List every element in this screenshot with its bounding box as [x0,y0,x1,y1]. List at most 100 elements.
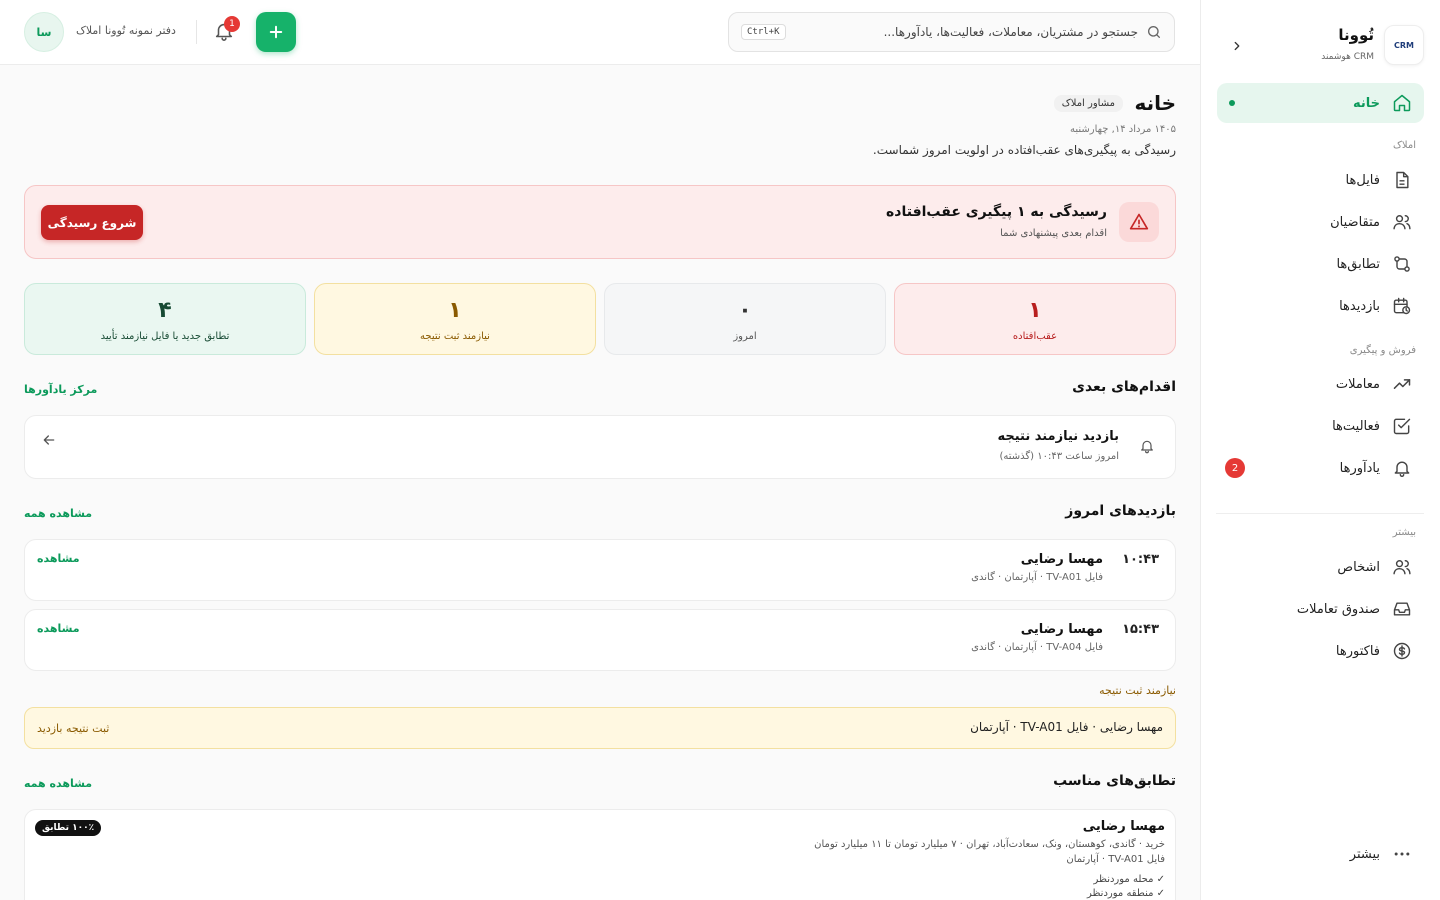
match-criteria: خرید · گاندی، کوهستان، ونک، سعادت‌آباد، … [814,839,1165,850]
brand-subtitle: CRM هوشمند [1321,52,1374,62]
trending-up-icon [1392,374,1412,394]
stat-value: ۴ [158,297,172,323]
stat-value: ۰ [738,297,752,323]
visit-client-name: مهسا رضایی [1020,622,1103,637]
today-visits-title: بازدیدهای امروز [1065,503,1176,519]
stat-label: امروز [733,330,757,342]
dollar-circle-icon [1392,641,1412,661]
next-action-subtitle: امروز ساعت ۱۰:۴۳ (گذشته) [999,451,1120,462]
topbar: جستجو در مشتریان، معاملات، فعالیت‌ها، یا… [0,0,1200,65]
next-action-title: بازدید نیازمند نتیجه [997,429,1119,444]
bell-icon [1137,438,1155,456]
pending-result-text: مهسا رضایی · فایل TV-A01 · آپارتمان [970,720,1163,734]
sidebar-item-label: خانه [1352,95,1380,111]
visit-details: فایل TV-A04 · آپارتمان · گاندی [971,642,1103,653]
collapse-sidebar-button[interactable] [1227,36,1247,56]
sidebar-item-label: فعالیت‌ها [1332,418,1380,434]
role-badge: مشاور املاک [1053,95,1123,112]
visit-row[interactable]: ۱۰:۴۳ مهسا رضایی فایل TV-A01 · آپارتمان … [24,539,1176,601]
brand: CRM تُوونا CRM هوشمند [1217,22,1424,70]
alert-title: رسیدگی به ۱ پیگیری عقب‌افتاده [886,204,1107,220]
sidebar-item-deal-box[interactable]: صندوق تعاملات [1217,589,1424,629]
sidebar-item-invoices[interactable]: فاکتورها [1217,631,1424,671]
more-horizontal-icon [1392,844,1412,864]
nav-section-property: املاک [1392,140,1416,151]
users-icon [1392,212,1412,232]
sidebar-item-files[interactable]: فایل‌ها [1217,160,1424,200]
visit-details: فایل TV-A01 · آپارتمان · گاندی [971,572,1103,583]
page-title: خانه [1134,91,1176,115]
page-description: رسیدگی به پیگیری‌های عقب‌افتاده در اولوی… [872,143,1176,157]
stat-needs-result[interactable]: ۱ نیازمند ثبت نتیجه [314,283,596,355]
sidebar-item-label: متقاضیان [1330,214,1380,230]
topbar-divider [196,20,197,44]
avatar[interactable]: سا [24,12,64,52]
sidebar-item-home[interactable]: خانه [1217,83,1424,123]
sidebar-item-people[interactable]: اشخاص [1217,547,1424,587]
sidebar-item-more[interactable]: بیشتر [1217,834,1424,874]
overdue-alert: رسیدگی به ۱ پیگیری عقب‌افتاده اقدام بعدی… [24,185,1176,259]
stat-label: تطابق جدید یا فایل نیازمند تأیید [100,330,230,342]
search-icon [1146,24,1162,40]
sidebar-item-label: صندوق تعاملات [1296,601,1380,617]
match-card[interactable]: مهسا رضایی ۱۰۰٪ تطابق خرید · گاندی، کوهس… [24,809,1176,900]
sidebar-item-deals[interactable]: معاملات [1217,364,1424,404]
main-content: خانه مشاور املاک ۱۴۰۵ مرداد ۱۴, چهارشنبه… [0,65,1200,900]
pending-result-label: نیازمند ثبت نتیجه [1099,684,1176,697]
office-name: دفتر نمونه تُوونا املاک [76,24,176,37]
sidebar-item-reminders[interactable]: یادآورها 2 [1217,448,1424,488]
stat-label: نیازمند ثبت نتیجه [420,330,490,342]
record-visit-result-link[interactable]: ثبت نتیجه بازدید [37,722,109,735]
start-handling-button[interactable]: شروع رسیدگی [41,205,143,240]
reminders-count-badge: 2 [1225,458,1245,478]
arrow-left-icon[interactable] [37,432,57,452]
brand-name: تُوونا [1338,26,1374,44]
git-compare-icon [1392,254,1412,274]
search-input[interactable]: جستجو در مشتریان، معاملات، فعالیت‌ها، یا… [728,12,1175,52]
sidebar-item-label: فایل‌ها [1345,172,1380,188]
match-check-neighborhood: ✓ محله موردنظر [1093,874,1165,885]
sidebar-item-label: تطابق‌ها [1336,256,1380,272]
next-actions-title: اقدام‌های بعدی [1072,379,1176,395]
active-indicator [1229,100,1235,106]
plus-icon [269,25,283,39]
stat-overdue[interactable]: ۱ عقب‌افتاده [894,283,1176,355]
brand-logo: CRM [1384,25,1424,65]
stat-value: ۱ [1028,297,1042,323]
add-new-button[interactable] [256,12,296,52]
sidebar-item-visits[interactable]: بازدیدها [1217,286,1424,326]
nav-section-more: بیشتر [1392,527,1416,538]
sidebar-item-label: بازدیدها [1339,298,1380,314]
sidebar-item-matches[interactable]: تطابق‌ها [1217,244,1424,284]
stat-value: ۱ [448,297,462,323]
reminders-center-link[interactable]: مرکز یادآورها [24,383,97,396]
match-file: فایل TV-A01 · آپارتمان [1066,854,1165,865]
sidebar-item-label: فاکتورها [1335,643,1380,659]
visit-view-link[interactable]: مشاهده [37,622,80,635]
inbox-icon [1392,599,1412,619]
visit-time: ۱۵:۴۳ [1122,622,1159,637]
sidebar-item-applicants[interactable]: متقاضیان [1217,202,1424,242]
visit-row[interactable]: ۱۵:۴۳ مهسا رضایی فایل TV-A04 · آپارتمان … [24,609,1176,671]
nav-divider [1216,513,1424,514]
pending-result-row[interactable]: مهسا رضایی · فایل TV-A01 · آپارتمان ثبت … [24,707,1176,749]
stat-today[interactable]: ۰ امروز [604,283,886,355]
bell-icon [1392,458,1412,478]
notification-count-badge: 1 [224,16,240,32]
match-client-name: مهسا رضایی [1082,819,1165,834]
date-line: ۱۴۰۵ مرداد ۱۴, چهارشنبه [1070,124,1176,135]
today-visits-view-all-link[interactable]: مشاهده همه [24,507,92,520]
sidebar-item-label: یادآورها [1339,460,1380,476]
sidebar-item-activities[interactable]: فعالیت‌ها [1217,406,1424,446]
calendar-clock-icon [1392,296,1412,316]
search-placeholder: جستجو در مشتریان، معاملات، فعالیت‌ها، یا… [883,25,1138,39]
alert-subtitle: اقدام بعدی پیشنهادی شما [1000,228,1107,239]
visit-view-link[interactable]: مشاهده [37,552,80,565]
next-action-card[interactable]: بازدید نیازمند نتیجه امروز ساعت ۱۰:۴۳ (گ… [24,415,1176,479]
visit-time: ۱۰:۴۳ [1122,552,1159,567]
stat-new-matches[interactable]: ۴ تطابق جدید یا فایل نیازمند تأیید [24,283,306,355]
visit-client-name: مهسا رضایی [1020,552,1103,567]
home-icon [1392,93,1412,113]
sidebar-item-label: بیشتر [1349,846,1380,862]
matches-view-all-link[interactable]: مشاهده همه [24,777,92,790]
